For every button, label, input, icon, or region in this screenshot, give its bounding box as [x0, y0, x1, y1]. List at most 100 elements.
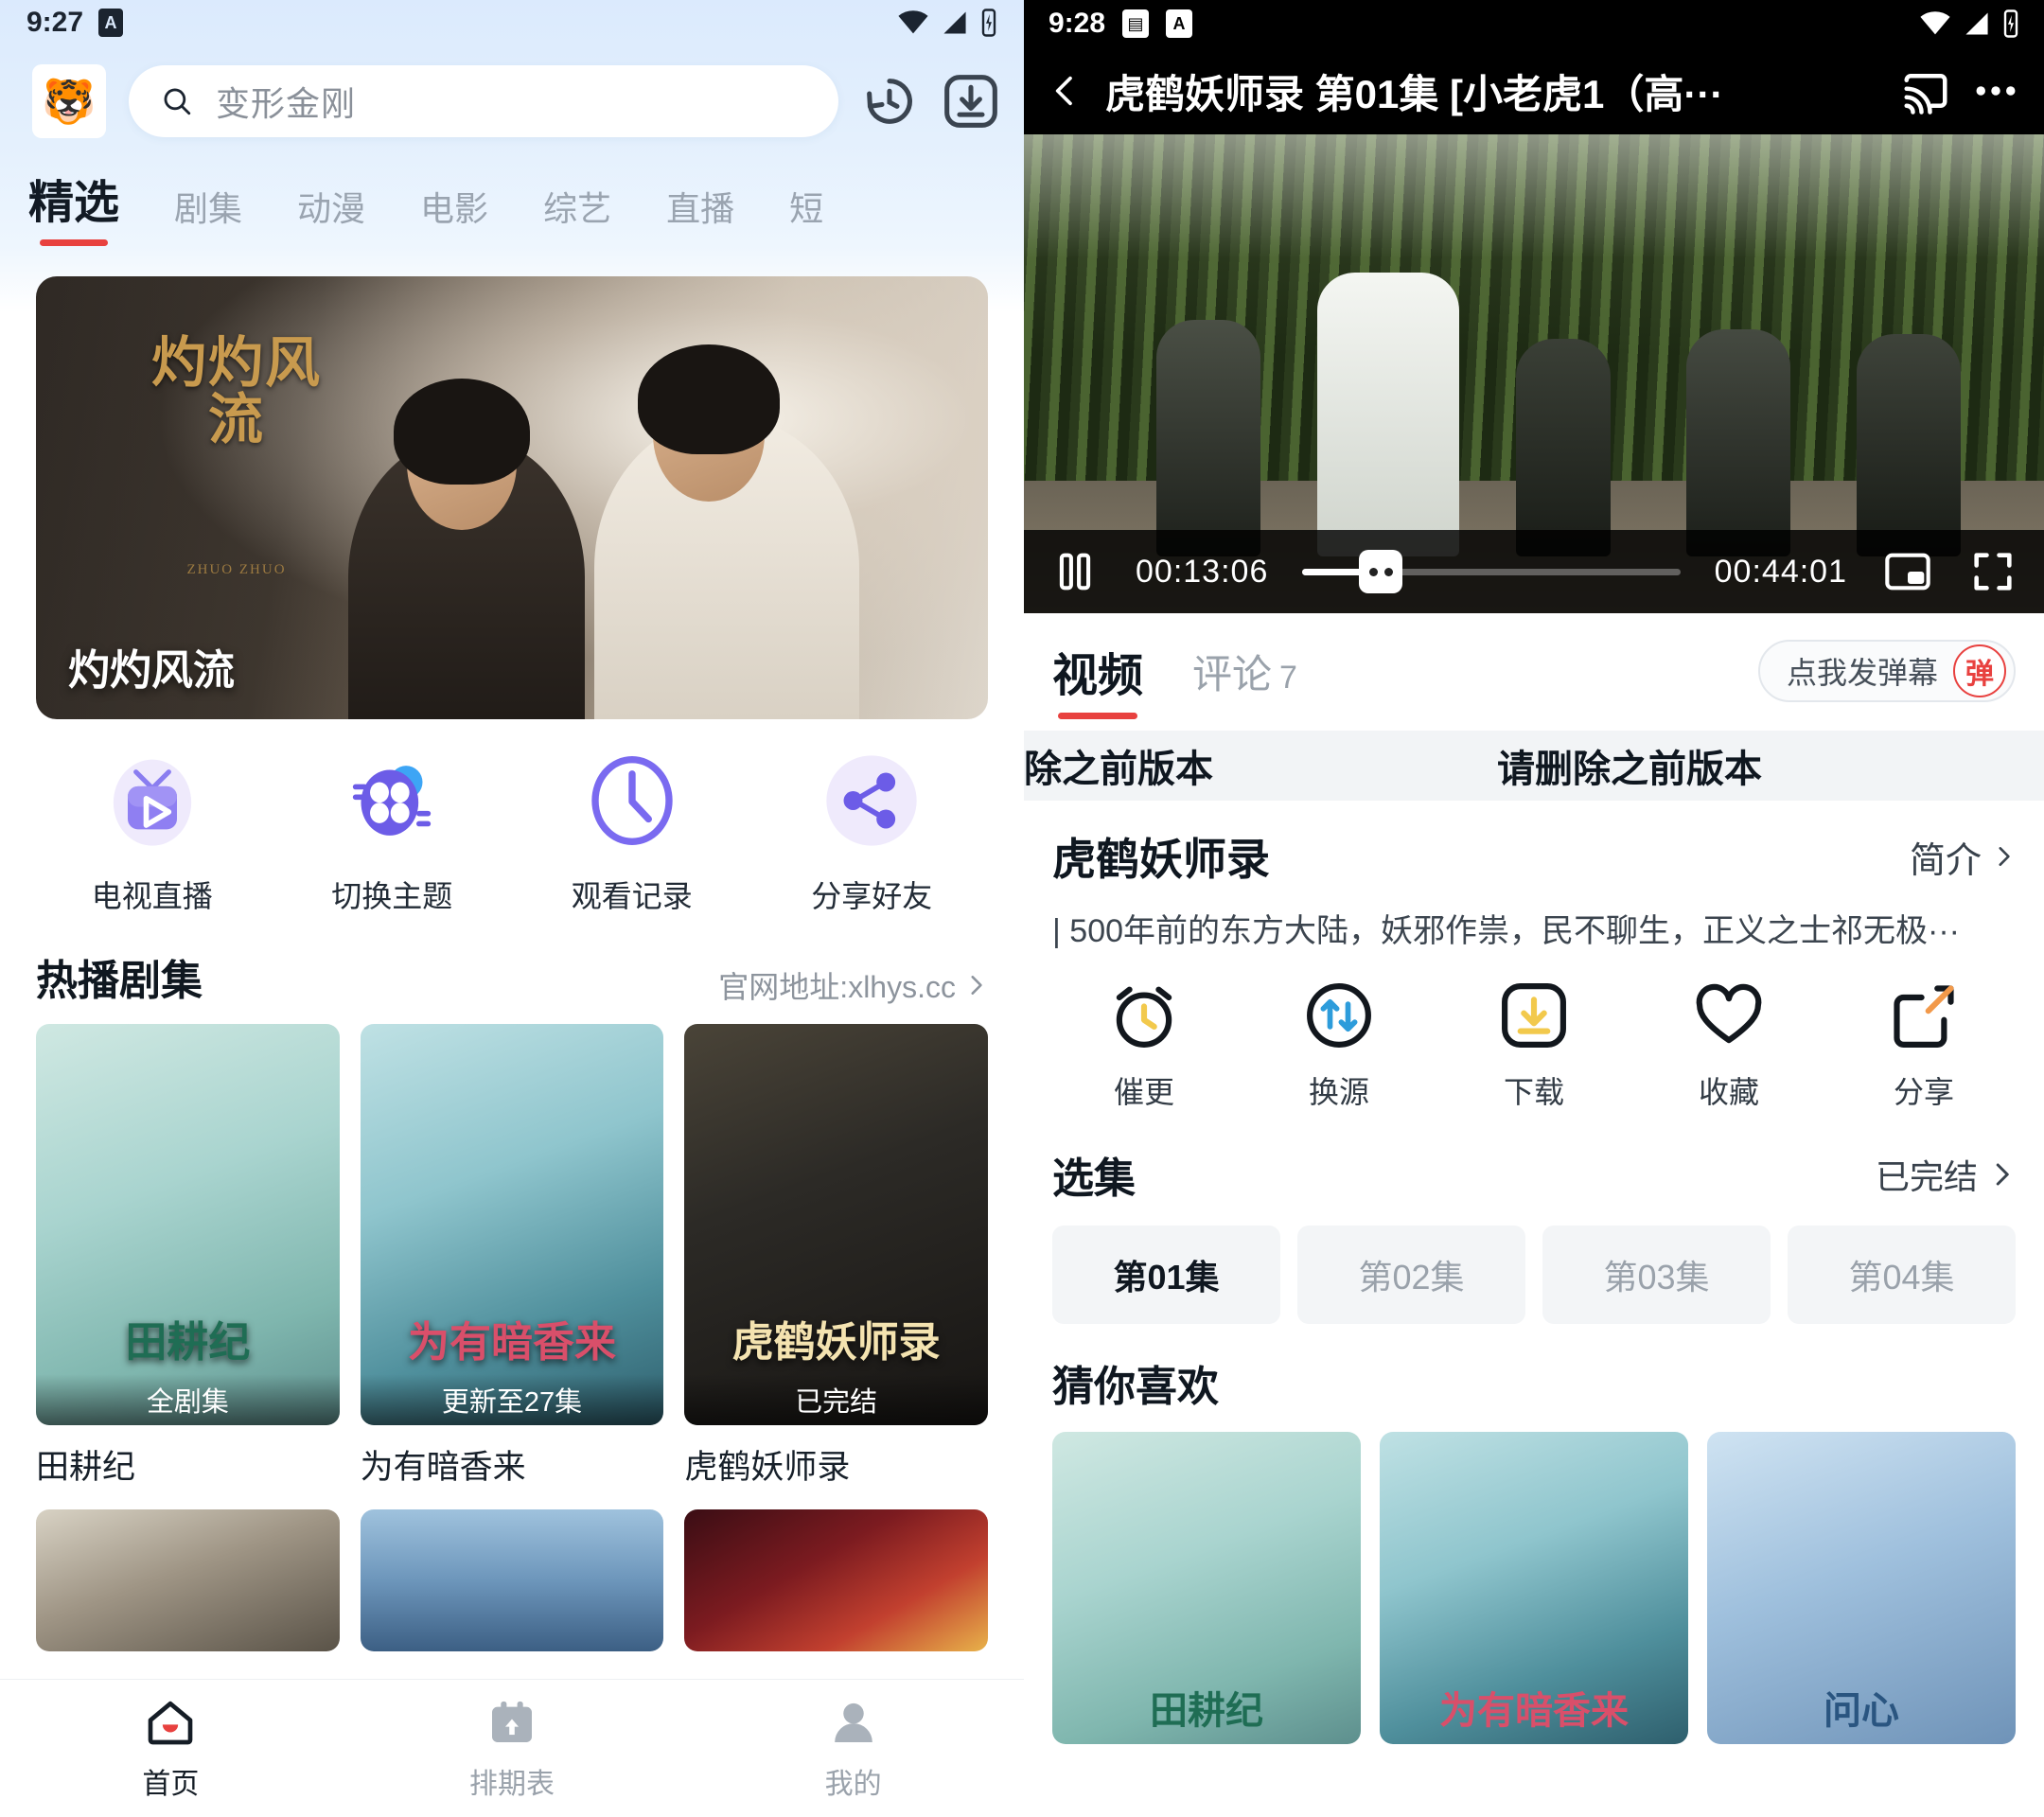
recommend-art-title: 田耕纪	[1150, 1689, 1263, 1732]
left-status-bar: 9:27 A	[0, 0, 1024, 45]
tab-dongman[interactable]: 动漫	[297, 182, 365, 248]
series-poster: 田耕纪 全剧集	[36, 1024, 340, 1425]
series-card[interactable]	[36, 1509, 340, 1651]
recommend-item[interactable]: 为有暗香来	[1380, 1432, 1688, 1744]
quick-action-history[interactable]: 观看记录	[512, 751, 752, 916]
tab-label: 精选	[28, 178, 120, 228]
poster-art-title: 为有暗香来	[408, 1319, 616, 1366]
swap-source-icon	[1307, 983, 1371, 1048]
nav-label: 排期表	[469, 1768, 555, 1800]
series-card[interactable]: 虎鹤妖师录 已完结 虎鹤妖师录	[684, 1024, 989, 1489]
tab-label: 剧集	[174, 189, 243, 228]
tab-label: 直播	[666, 189, 735, 228]
tab-duan[interactable]: 短	[789, 182, 823, 248]
episode-item[interactable]: 第04集	[1788, 1226, 2016, 1324]
poster-art-title: 田耕纪	[125, 1319, 251, 1366]
tab-label: 动漫	[297, 189, 366, 228]
total-time: 00:44:01	[1714, 553, 1847, 590]
poster-art-title: 虎鹤妖师录	[731, 1319, 941, 1366]
tab-comments[interactable]: 评论 7	[1192, 643, 1297, 700]
tab-jingxuan[interactable]: 精选	[28, 165, 119, 248]
episode-item[interactable]: 第02集	[1297, 1226, 1525, 1324]
poster-badge: 全剧集	[36, 1374, 340, 1425]
episode-item[interactable]: 第01集	[1052, 1226, 1280, 1324]
tiger-mascot-logo[interactable]: 🐯	[32, 64, 106, 138]
action-download[interactable]: 下载	[1436, 979, 1631, 1112]
tab-label: 电影	[420, 189, 489, 228]
status-right-icons	[897, 9, 997, 37]
history-icon[interactable]	[859, 71, 920, 132]
series-title: 虎鹤妖师录	[684, 1449, 851, 1486]
share-arrow-icon	[1894, 985, 1954, 1048]
recommend-art-title: 为有暗香来	[1439, 1689, 1629, 1732]
episodes-header: 选集 已完结	[1024, 1120, 2044, 1205]
hero-banner[interactable]: 灼灼风流 ZHUO ZHUO 灼灼风流	[36, 276, 988, 719]
danmaku-icon[interactable]: 弹	[1953, 644, 2006, 697]
action-row: 催更 换源 下载 收藏 分享	[1024, 951, 2044, 1120]
hero-art-pinyin: ZHUO ZHUO	[186, 562, 287, 577]
action-urge-update[interactable]: 催更	[1047, 979, 1242, 1112]
quick-action-label: 分享好友	[811, 879, 933, 913]
quick-action-tv-live[interactable]: 电视直播	[32, 751, 273, 916]
fullscreen-icon[interactable]	[1968, 547, 2018, 596]
recommend-art-title: 问心	[1824, 1689, 1899, 1732]
tv-live-icon	[103, 751, 202, 850]
quick-action-theme[interactable]: 切换主题	[273, 751, 513, 916]
scene-figure-5	[1857, 334, 1961, 556]
nav-item-mine[interactable]: 我的	[682, 1680, 1024, 1817]
nav-item-schedule[interactable]: 排期表	[342, 1680, 683, 1817]
action-favorite[interactable]: 收藏	[1631, 979, 1826, 1112]
search-input[interactable]: 变形金刚	[129, 65, 838, 137]
series-card[interactable]: 田耕纪 全剧集 田耕纪	[36, 1024, 340, 1489]
video-player[interactable]: 00:13:06 00:44:01	[1024, 134, 2044, 613]
a-badge-icon: A	[98, 9, 124, 37]
more-dots-icon[interactable]	[1970, 65, 2021, 116]
series-title: 为有暗香来	[360, 1449, 526, 1486]
section-more-link[interactable]: 官网地址:xlhys.cc	[718, 963, 988, 1007]
tab-label: 短	[789, 189, 824, 228]
tab-video[interactable]: 视频	[1052, 638, 1144, 719]
wifi-icon	[898, 10, 928, 34]
show-synopsis-link[interactable]: 简介	[1910, 831, 2016, 883]
episodes-status-link[interactable]: 已完结	[1876, 1150, 2016, 1199]
pause-icon[interactable]	[1050, 547, 1100, 596]
tab-zongyi[interactable]: 综艺	[543, 182, 611, 248]
download-icon	[1502, 983, 1566, 1048]
series-poster	[360, 1509, 664, 1651]
hero-art-title: 灼灼风流	[150, 332, 322, 451]
hero-hair-right	[638, 344, 780, 454]
recommend-item[interactable]: 田耕纪	[1052, 1432, 1361, 1744]
seek-bar[interactable]	[1302, 550, 1681, 593]
series-card[interactable]	[684, 1509, 989, 1651]
action-label: 下载	[1503, 1075, 1564, 1109]
action-share[interactable]: 分享	[1826, 979, 2021, 1112]
cast-icon[interactable]	[1900, 65, 1951, 116]
tab-dianying[interactable]: 电影	[420, 182, 488, 248]
seek-knob[interactable]	[1359, 550, 1403, 593]
danmaku-input[interactable]: 点我发弹幕 弹	[1757, 640, 2016, 702]
detail-tabs: 视频 评论 7 点我发弹幕 弹	[1024, 613, 2044, 719]
nav-item-home[interactable]: 首页	[0, 1680, 342, 1817]
action-label: 换源	[1308, 1075, 1369, 1109]
action-swap-source[interactable]: 换源	[1242, 979, 1436, 1112]
tab-zhibo[interactable]: 直播	[666, 182, 734, 248]
series-card[interactable]: 为有暗香来 更新至27集 为有暗香来	[360, 1024, 664, 1489]
tab-juji[interactable]: 剧集	[174, 182, 242, 248]
marquee-text-right: 请删除之前版本	[1497, 749, 1762, 790]
tab-label: 视频	[1052, 651, 1144, 701]
poster-badge: 更新至27集	[360, 1374, 664, 1425]
download-icon[interactable]	[941, 71, 1001, 132]
episode-list: 第01集 第02集 第03集 第04集	[1024, 1205, 2044, 1324]
back-chevron-icon[interactable]	[1047, 65, 1084, 116]
action-label: 催更	[1113, 1075, 1174, 1109]
quick-action-label: 切换主题	[331, 879, 453, 913]
series-card[interactable]	[360, 1509, 664, 1651]
section-title: 热播剧集	[36, 958, 203, 1004]
status-right-icons	[1919, 9, 2019, 38]
recommend-title: 猜你喜欢	[1052, 1364, 1219, 1410]
picture-in-picture-icon[interactable]	[1883, 547, 1932, 596]
episode-item[interactable]: 第03集	[1542, 1226, 1771, 1324]
quick-action-share[interactable]: 分享好友	[752, 751, 993, 916]
recommend-item[interactable]: 问心	[1707, 1432, 2016, 1744]
signal-icon	[943, 11, 966, 34]
